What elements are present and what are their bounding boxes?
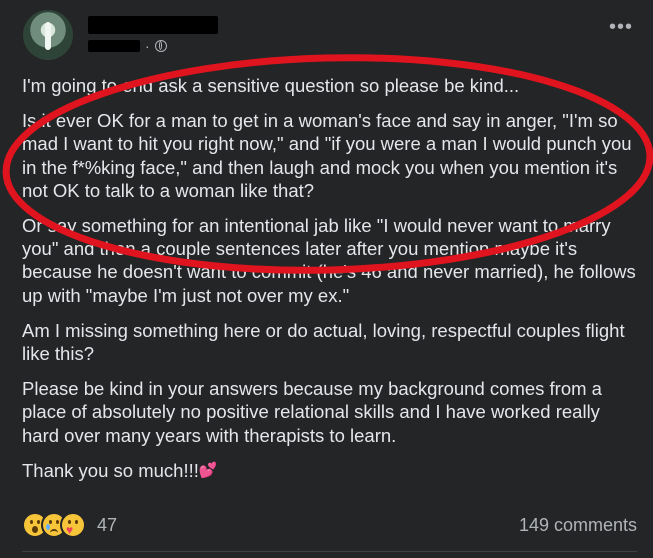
author-name-redacted[interactable] <box>88 16 218 34</box>
post-date-redacted[interactable] <box>88 40 140 52</box>
post-meta: · <box>88 38 167 54</box>
more-options-icon: ••• <box>608 16 633 38</box>
meta-separator: · <box>145 38 150 54</box>
facebook-post: · ••• I'm going to end ask a sensitive q… <box>0 0 653 558</box>
post-body: I'm going to end ask a sensitive questio… <box>22 74 642 494</box>
two-hearts-emoji: 💕 <box>198 461 218 479</box>
paragraph-thanks: Thank you so much!!!💕 <box>22 459 642 482</box>
avatar[interactable] <box>23 10 73 60</box>
paragraph-jab: Or say something for an intentional jab … <box>22 215 636 306</box>
paragraph-missing: Am I missing something here or do actual… <box>22 319 625 365</box>
comments-count-link[interactable]: 149 comments <box>519 515 637 536</box>
paragraph-background: Please be kind in your answers because m… <box>22 378 602 446</box>
reaction-count: 47 <box>97 514 118 535</box>
paragraph-intro: I'm going to end ask a sensitive questio… <box>22 75 520 96</box>
more-options-button[interactable]: ••• <box>607 17 635 40</box>
footer-divider <box>22 551 637 552</box>
reaction-icons: ♥ <box>22 512 86 538</box>
care-reaction-icon: ♥ <box>60 512 86 538</box>
globe-icon <box>154 40 167 52</box>
thanks-text: Thank you so much!!! <box>22 459 199 481</box>
reactions-summary[interactable]: ♥ 47 <box>22 512 117 538</box>
post-footer: ♥ 47 149 comments <box>22 512 637 538</box>
paragraph-question: Is it ever OK for a man to get in a woma… <box>22 110 632 201</box>
